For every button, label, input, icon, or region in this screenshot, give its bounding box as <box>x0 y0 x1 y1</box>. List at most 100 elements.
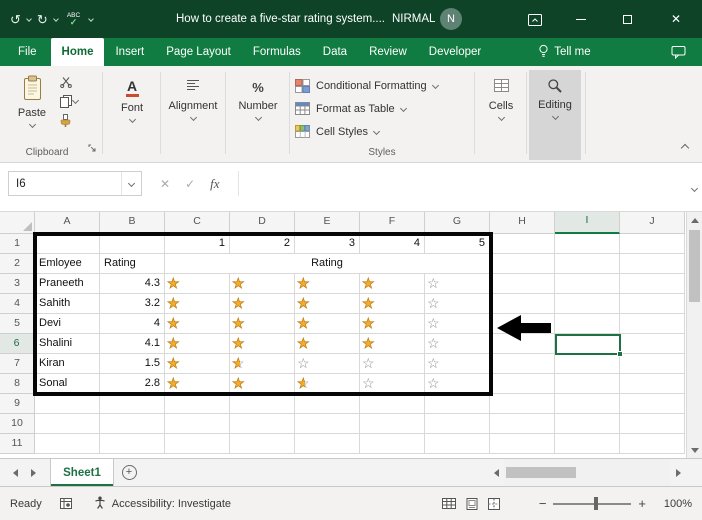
macro-record-icon[interactable] <box>60 498 72 509</box>
cell-d4[interactable]: ★ <box>230 294 295 314</box>
cell-d9[interactable] <box>230 394 295 414</box>
cell-a9[interactable] <box>35 394 100 414</box>
close-button[interactable]: ✕ <box>650 0 702 38</box>
cell-d8[interactable]: ★ <box>230 374 295 394</box>
zoom-slider[interactable] <box>553 503 631 505</box>
tab-data[interactable]: Data <box>312 38 358 66</box>
cell-j10[interactable] <box>620 414 685 434</box>
tab-home[interactable]: Home <box>51 38 105 66</box>
cell-e3[interactable]: ★ <box>295 274 360 294</box>
cell-i7[interactable] <box>555 354 620 374</box>
editing-group-button[interactable]: Editing <box>529 70 581 160</box>
scroll-down-button[interactable] <box>687 442 702 458</box>
alignment-group-button[interactable]: Alignment <box>163 71 223 157</box>
column-header-e[interactable]: E <box>295 212 360 234</box>
cell-f5[interactable]: ★ <box>360 314 425 334</box>
row-header-11[interactable]: 11 <box>0 434 35 454</box>
column-header-i[interactable]: I <box>555 212 620 234</box>
cell-d3[interactable]: ★ <box>230 274 295 294</box>
cell-d5[interactable]: ★ <box>230 314 295 334</box>
cell-h4[interactable] <box>490 294 555 314</box>
cell-c9[interactable] <box>165 394 230 414</box>
cell-a10[interactable] <box>35 414 100 434</box>
format-painter-button[interactable] <box>60 114 71 127</box>
cell-styles-button[interactable]: Cell Styles <box>294 121 472 142</box>
row-header-2[interactable]: 2 <box>0 254 35 274</box>
cell-b7[interactable]: 1.5 <box>100 354 165 374</box>
accessibility-status[interactable]: Accessibility: Investigate <box>94 496 231 512</box>
cell-c6[interactable]: ★ <box>165 334 230 354</box>
cell-h7[interactable] <box>490 354 555 374</box>
cell-g6[interactable]: ☆ <box>425 334 490 354</box>
view-normal-button[interactable] <box>442 498 456 509</box>
row-header-9[interactable]: 9 <box>0 394 35 414</box>
column-header-f[interactable]: F <box>360 212 425 234</box>
cell-h2[interactable] <box>490 254 555 274</box>
minimize-button[interactable] <box>558 0 604 38</box>
scroll-right-button[interactable] <box>670 459 686 486</box>
cell-h1[interactable] <box>490 234 555 254</box>
cell-f9[interactable] <box>360 394 425 414</box>
cell-f4[interactable]: ★ <box>360 294 425 314</box>
cell-a2[interactable]: Emloyee <box>35 254 100 274</box>
cell-a8[interactable]: Sonal <box>35 374 100 394</box>
redo-caret-icon[interactable] <box>53 16 59 22</box>
cell-i6[interactable] <box>555 334 620 354</box>
maximize-button[interactable] <box>604 0 650 38</box>
cell-h5[interactable] <box>490 314 555 334</box>
horizontal-scrollbar[interactable] <box>488 459 686 486</box>
cell-e11[interactable] <box>295 434 360 454</box>
cell-i9[interactable] <box>555 394 620 414</box>
qat-customize-caret-icon[interactable] <box>88 16 94 22</box>
number-group-button[interactable]: % Number <box>229 71 287 157</box>
cell-b9[interactable] <box>100 394 165 414</box>
column-header-a[interactable]: A <box>35 212 100 234</box>
cell-c3[interactable]: ★ <box>165 274 230 294</box>
cell-e9[interactable] <box>295 394 360 414</box>
cell-f8[interactable]: ☆ <box>360 374 425 394</box>
cell-a6[interactable]: Shalini <box>35 334 100 354</box>
cell-h3[interactable] <box>490 274 555 294</box>
cell-j1[interactable] <box>620 234 685 254</box>
cell-e4[interactable]: ★ <box>295 294 360 314</box>
column-header-j[interactable]: J <box>620 212 685 234</box>
cell-b11[interactable] <box>100 434 165 454</box>
cell-j3[interactable] <box>620 274 685 294</box>
cut-button[interactable] <box>60 76 72 88</box>
cell-d7[interactable]: ☆★ <box>230 354 295 374</box>
tab-file[interactable]: File <box>4 38 51 66</box>
cell-j2[interactable] <box>620 254 685 274</box>
cell-g11[interactable] <box>425 434 490 454</box>
cell-h9[interactable] <box>490 394 555 414</box>
cell-f3[interactable]: ★ <box>360 274 425 294</box>
cells-group-button[interactable]: Cells <box>478 71 524 157</box>
cell-a5[interactable]: Devi <box>35 314 100 334</box>
cell-g9[interactable] <box>425 394 490 414</box>
cell-d11[interactable] <box>230 434 295 454</box>
cell-h8[interactable] <box>490 374 555 394</box>
cell-j9[interactable] <box>620 394 685 414</box>
sheet-tab-sheet1[interactable]: Sheet1 <box>50 459 114 486</box>
cell-c2[interactable]: Rating <box>165 254 490 274</box>
tab-formulas[interactable]: Formulas <box>242 38 312 66</box>
scroll-left-button[interactable] <box>488 459 504 486</box>
vertical-scrollbar[interactable] <box>686 212 702 458</box>
copy-button[interactable] <box>60 95 78 106</box>
cell-i5[interactable] <box>555 314 620 334</box>
cell-f10[interactable] <box>360 414 425 434</box>
new-sheet-button[interactable]: + <box>114 459 144 486</box>
cell-c10[interactable] <box>165 414 230 434</box>
zoom-slider-thumb[interactable] <box>594 497 598 510</box>
cell-e8[interactable]: ☆★ <box>295 374 360 394</box>
cell-e10[interactable] <box>295 414 360 434</box>
cell-g4[interactable]: ☆ <box>425 294 490 314</box>
formula-bar-expand-icon[interactable] <box>692 178 697 196</box>
undo-icon[interactable]: ↺ <box>10 13 21 26</box>
tab-review[interactable]: Review <box>358 38 418 66</box>
spellcheck-icon[interactable]: ABC✓ <box>67 13 80 26</box>
formula-input[interactable] <box>238 171 678 196</box>
column-header-g[interactable]: G <box>425 212 490 234</box>
cell-b6[interactable]: 4.1 <box>100 334 165 354</box>
cell-j4[interactable] <box>620 294 685 314</box>
row-header-10[interactable]: 10 <box>0 414 35 434</box>
